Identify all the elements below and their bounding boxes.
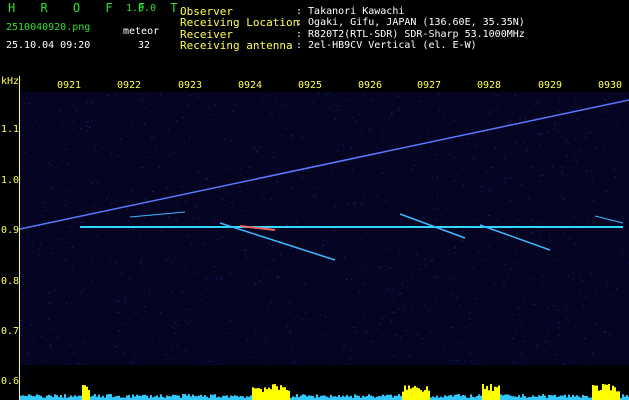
meteor-label: meteor — [123, 26, 160, 37]
antenna-value: : 2el-HB9CV Vertical (el. E-W) — [296, 40, 477, 51]
x-tick-0925: 0925 — [298, 80, 323, 91]
x-tick-0923: 0923 — [178, 80, 203, 91]
app-version: 1.0.0 — [126, 3, 157, 14]
meteor-trail-e — [594, 215, 624, 224]
x-tick-0921: 0921 — [57, 80, 82, 91]
spectrogram-noise — [20, 92, 629, 365]
x-tick-0929: 0929 — [538, 80, 563, 91]
y-tick-0-6: 0.6 — [1, 376, 20, 387]
x-tick-0927: 0927 — [417, 80, 442, 91]
y-tick-1-0: 1.0 — [1, 175, 20, 186]
y-tick-1-1: 1.1 — [1, 124, 20, 135]
x-tick-0926: 0926 — [358, 80, 383, 91]
power-bars — [20, 384, 629, 400]
file-name: 2510040920.png — [6, 22, 91, 33]
meteor-trail-d — [129, 211, 186, 218]
app-title: H R O F F T — [8, 1, 187, 15]
capture-datetime: 25.10.04 09:20 — [6, 40, 91, 51]
y-tick-0-8: 0.8 — [1, 276, 20, 287]
x-tick-0928: 0928 — [477, 80, 502, 91]
meteor-count: 32 — [138, 40, 151, 51]
antenna-label: Receiving antenna — [180, 39, 293, 52]
rising-drift-line — [20, 99, 629, 230]
meteor-trail-a — [219, 222, 336, 261]
y-axis-unit: kHz — [1, 76, 20, 87]
location-value: : Ogaki, Gifu, JAPAN (136.60E, 35.35N) — [296, 17, 525, 28]
power-strip — [20, 369, 629, 400]
y-tick-0-7: 0.7 — [1, 326, 20, 337]
x-tick-0924: 0924 — [238, 80, 263, 91]
spectrogram-plot — [20, 92, 629, 365]
y-tick-0-9: 0.9 — [1, 225, 20, 236]
x-tick-0930: 0930 — [598, 80, 623, 91]
x-tick-0922: 0922 — [117, 80, 142, 91]
hrofft-screen: H R O F F T 1.0.0 2510040920.png 25.10.0… — [0, 0, 629, 400]
